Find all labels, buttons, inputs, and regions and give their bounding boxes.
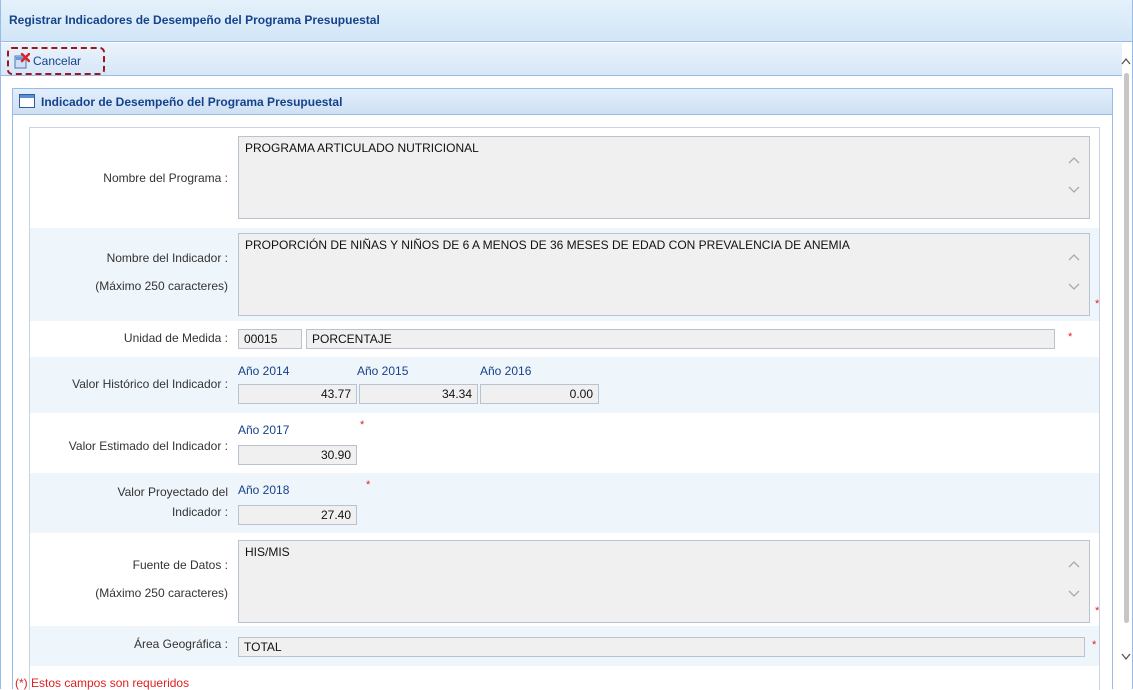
proyectado-label-line2: Indicador : (171, 505, 228, 519)
area-label: Área Geográfica : (133, 637, 228, 651)
area-input[interactable]: TOTAL (238, 637, 1085, 657)
fuente-field[interactable]: HIS/MIS (238, 540, 1090, 623)
cancel-icon (14, 53, 30, 69)
required-mark: * (1095, 298, 1100, 310)
indicador-field[interactable]: PROPORCIÓN DE NIÑAS Y NIÑOS DE 6 A MENOS… (238, 233, 1090, 316)
historico-2016-input[interactable]: 0.00 (480, 384, 599, 404)
cancel-button[interactable]: Cancelar (7, 47, 105, 75)
indicador-label: Nombre del Indicador : (106, 251, 228, 265)
scroll-up-arrow-icon[interactable] (1121, 57, 1131, 69)
programa-field[interactable]: PROGRAMA ARTICULADO NUTRICIONAL (238, 136, 1090, 219)
chevron-down-icon[interactable] (1068, 185, 1080, 195)
unidad-label: Unidad de Medida : (123, 331, 228, 345)
chevron-down-icon[interactable] (1068, 282, 1080, 292)
required-fields-note: (*) Estos campos son requeridos (15, 676, 190, 690)
historico-label: Valor Histórico del Indicador : (72, 377, 228, 391)
title-bar: Registrar Indicadores de Desempeño del P… (1, 0, 1132, 42)
historico-year-2014: Año 2014 (238, 364, 290, 378)
panel-header: Indicador de Desempeño del Programa Pres… (13, 89, 1112, 115)
indicador-hint: (Máximo 250 caracteres) (95, 279, 228, 293)
historico-year-2015: Año 2015 (357, 364, 409, 378)
required-mark: * (1068, 331, 1073, 343)
row-area: Área Geográfica : TOTAL * (30, 626, 1099, 666)
row-indicador: Nombre del Indicador : (Máximo 250 carac… (30, 228, 1099, 321)
required-mark: * (360, 419, 365, 431)
historico-2014-input[interactable]: 43.77 (238, 384, 357, 404)
window-title: Registrar Indicadores de Desempeño del P… (9, 13, 380, 27)
fuente-label: Fuente de Datos : (132, 558, 228, 572)
fuente-value: HIS/MIS (245, 545, 290, 559)
row-estimado: Valor Estimado del Indicador : Año 2017 … (30, 413, 1099, 473)
window-icon (19, 94, 35, 108)
panel-title: Indicador de Desempeño del Programa Pres… (41, 95, 343, 109)
estimado-label: Valor Estimado del Indicador : (68, 439, 228, 453)
unidad-code-input[interactable]: 00015 (238, 329, 302, 349)
row-programa: Nombre del Programa : PROGRAMA ARTICULAD… (30, 128, 1099, 228)
row-historico: Valor Histórico del Indicador : Año 2014… (30, 357, 1099, 413)
proyectado-input[interactable]: 27.40 (238, 505, 357, 525)
toolbar: Cancelar (1, 43, 1122, 76)
indicador-value: PROPORCIÓN DE NIÑAS Y NIÑOS DE 6 A MENOS… (245, 238, 850, 252)
indicator-panel: Indicador de Desempeño del Programa Pres… (12, 88, 1113, 690)
vertical-scrollbar[interactable] (1121, 43, 1131, 673)
scrollbar-thumb[interactable] (1124, 73, 1129, 623)
unidad-name-input[interactable]: PORCENTAJE (306, 329, 1055, 349)
programa-label: Nombre del Programa : (103, 171, 228, 185)
cancel-button-label: Cancelar (33, 54, 82, 68)
required-mark: * (1092, 639, 1097, 651)
estimado-year: Año 2017 (238, 423, 290, 437)
required-mark: * (1095, 605, 1100, 617)
required-mark: * (366, 479, 371, 491)
chevron-down-icon[interactable] (1068, 589, 1080, 599)
chevron-up-icon[interactable] (1068, 155, 1080, 165)
programa-value: PROGRAMA ARTICULADO NUTRICIONAL (245, 141, 479, 155)
estimado-input[interactable]: 30.90 (238, 445, 357, 465)
row-fuente: Fuente de Datos : (Máximo 250 caracteres… (30, 533, 1099, 626)
form-area: Nombre del Programa : PROGRAMA ARTICULAD… (29, 127, 1100, 690)
row-proyectado: Valor Proyectado del Indicador : Año 201… (30, 473, 1099, 533)
proyectado-year: Año 2018 (238, 483, 290, 497)
historico-2015-input[interactable]: 34.34 (359, 384, 478, 404)
chevron-up-icon[interactable] (1068, 559, 1080, 569)
form-window: Registrar Indicadores de Desempeño del P… (0, 0, 1133, 690)
scroll-down-arrow-icon[interactable] (1121, 653, 1131, 665)
chevron-up-icon[interactable] (1068, 252, 1080, 262)
row-unidad: Unidad de Medida : 00015 PORCENTAJE * (30, 321, 1099, 357)
historico-year-2016: Año 2016 (480, 364, 532, 378)
fuente-hint: (Máximo 250 caracteres) (95, 586, 228, 600)
